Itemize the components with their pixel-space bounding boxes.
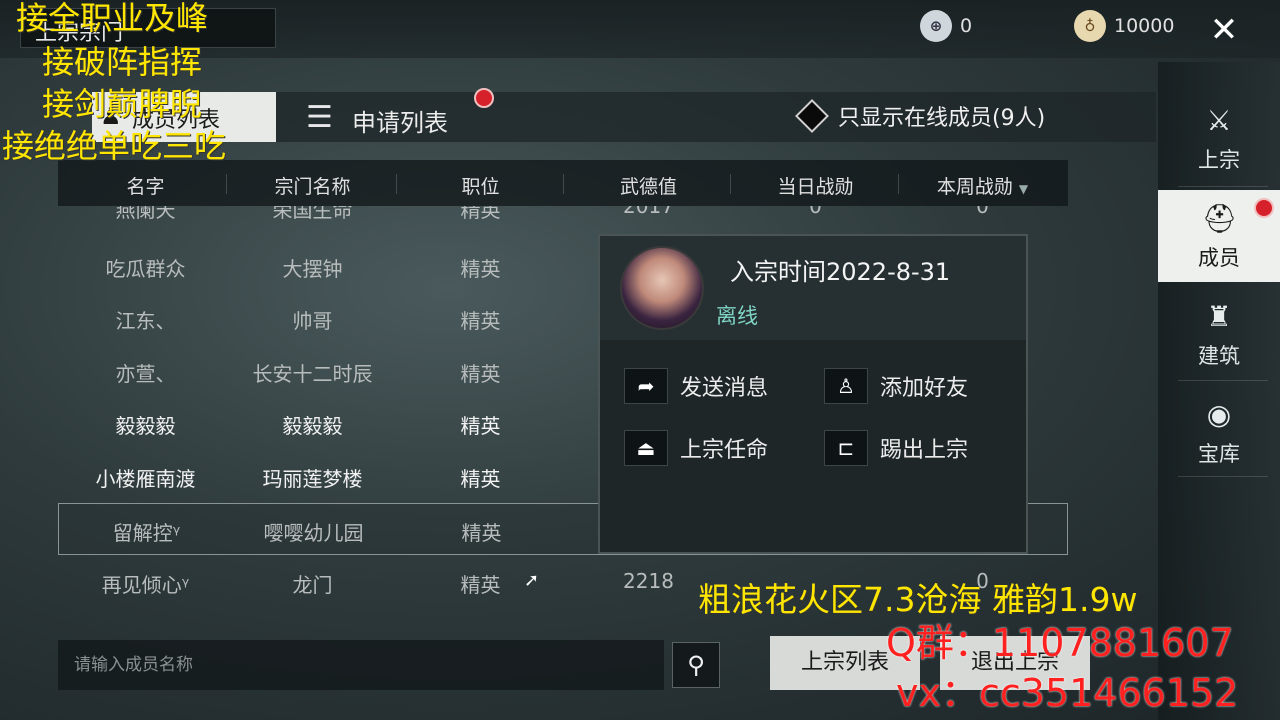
cell-rank: 精英 [460,362,501,386]
currency-1[interactable]: ⊕ 0 [920,10,972,42]
cell-sect: 长安十二时辰 [252,362,373,386]
list-icon: ☰ [306,100,333,135]
currency-1-value: 0 [960,15,973,37]
nav-label-buildings: 建筑 [1198,344,1240,368]
treasure-icon: ◉ [1206,398,1232,431]
join-time: 入宗时间2022-8-31 [730,258,951,286]
sword-icon: ⚔ [1206,104,1232,137]
overlay-ad-line: 接剑巅脾睨 [42,85,203,123]
member-popup: 入宗时间2022-8-31 离线 ➦ 发送消息 ♙ 添加好友 ⏏ 上宗任命 ⊏ … [598,234,1028,554]
appoint-button[interactable]: ⏏ 上宗任命 [624,430,768,466]
helmet-icon: ⛑ [1202,202,1238,235]
send-message-label: 发送消息 [680,376,769,401]
cell-sect: 毅毅毅 [282,414,343,438]
overlay-ad-line: 接破阵指挥 [42,43,203,81]
nav-divider [1178,476,1268,477]
col-sect[interactable]: 宗门名称 [230,172,395,199]
cell-sect: 玛丽莲梦楼 [262,467,363,491]
cell-daily-merit: 0 [809,206,822,218]
kick-button[interactable]: ⊏ 踢出上宗 [824,430,968,466]
send-message-button[interactable]: ➦ 发送消息 [624,368,768,404]
add-friend-button[interactable]: ♙ 添加好友 [824,368,968,404]
col-divider [226,174,227,194]
overlay-ad-line: 接绝绝单吃三吃 [2,127,227,165]
cell-sect: 荣国生命 [272,206,353,222]
notification-dot [1254,198,1274,218]
avatar [620,246,704,330]
coin-plus-icon: ⊕ [920,10,952,42]
cell-name: 再见倾心ᵞ [101,573,190,597]
col-divider [898,174,899,194]
appoint-label: 上宗任命 [680,438,769,463]
cell-virtue: 2017 [623,206,674,218]
close-icon[interactable]: ✕ [1204,10,1244,50]
online-only-toggle[interactable]: 只显示在线成员(9人) [795,99,1046,133]
kick-icon: ⊏ [824,430,868,466]
nav-divider [1178,186,1268,187]
kick-label: 踢出上宗 [880,438,969,463]
overlay-qq: Q群：1107881607 [886,621,1234,665]
table-row[interactable]: 燕阑天 荣国生命 精英 2017 0 0 [58,206,1068,222]
add-friend-label: 添加好友 [880,376,969,401]
nav-label-treasury: 宝库 [1198,442,1240,466]
add-friend-icon: ♙ [824,368,868,404]
popup-header: 入宗时间2022-8-31 离线 [600,236,1026,340]
nav-divider [1178,380,1268,381]
nav-label-sect: 上宗 [1198,148,1240,172]
cell-sect: 帅哥 [292,309,333,333]
cell-name: 江东、 [115,309,176,333]
cell-rank: 精英 [460,257,501,281]
mouse-cursor-icon: ➚ [524,570,540,591]
search-icon: ⚲ [687,651,705,679]
gourd-plus-icon: ♁ [1074,10,1106,42]
nav-item-members[interactable]: ⛑ 成员 [1158,190,1280,282]
currency-2-value: 10000 [1114,15,1175,37]
cell-sect: 嘤嘤幼儿园 [263,521,364,545]
currency-2[interactable]: ♁ 10000 [1074,10,1174,42]
nav-item-sect[interactable]: ⚔ 上宗 [1158,92,1280,184]
cell-rank: 精英 [460,467,501,491]
cell-name: 小楼雁南渡 [95,467,196,491]
nav-item-buildings[interactable]: ♜ 建筑 [1158,288,1280,380]
search-button[interactable]: ⚲ [672,642,720,688]
online-status: 离线 [716,304,758,328]
online-only-label: 只显示在线成员(9人) [838,106,1046,131]
overlay-ad-line: 接全职业及峰 [16,0,209,37]
cell-rank: 精英 [460,206,501,222]
cell-sect: 龙门 [292,573,333,597]
col-virtue[interactable]: 武德值 [566,172,731,199]
overlay-vx: vx：cc351466152 [896,671,1239,715]
col-divider [563,174,564,194]
send-arrow-icon: ➦ [624,368,668,404]
sort-down-icon: ▼ [1018,182,1029,196]
cell-rank: 精英 [461,521,502,545]
appoint-icon: ⏏ [624,430,668,466]
col-divider [730,174,731,194]
col-weekly-merit-label: 本周战勋 [936,176,1013,198]
table-header: 名字 宗门名称 职位 武德值 当日战勋 本周战勋 ▼ [58,160,1068,206]
col-name[interactable]: 名字 [68,172,223,199]
cell-name: 毅毅毅 [115,414,176,438]
col-weekly-merit[interactable]: 本周战勋 ▼ [900,172,1065,199]
search-box [58,640,664,690]
col-daily-merit[interactable]: 当日战勋 [733,172,898,199]
checkbox-diamond-icon [795,99,829,133]
cell-sect: 大摆钟 [282,257,343,281]
cell-rank: 精英 [460,309,501,333]
search-input[interactable] [74,650,644,680]
nav-label-members: 成员 [1198,246,1240,270]
col-rank[interactable]: 职位 [398,172,563,199]
cell-name: 燕阑天 [115,206,176,222]
notification-dot [474,88,494,108]
col-divider [396,174,397,194]
nav-item-treasury[interactable]: ◉ 宝库 [1158,386,1280,478]
cell-name: 亦萱、 [115,362,176,386]
building-icon: ♜ [1206,300,1232,333]
cell-name: 吃瓜群众 [105,257,186,281]
cell-weekly-merit: 0 [976,206,989,218]
overlay-server: 粗浪花火区7.3沧海 雅韵1.9w [698,580,1138,619]
cell-rank: 精英 [460,414,501,438]
cell-name: 留解控ᵞ [112,521,181,545]
tab-application-list-label: 申请列表 [352,109,448,137]
